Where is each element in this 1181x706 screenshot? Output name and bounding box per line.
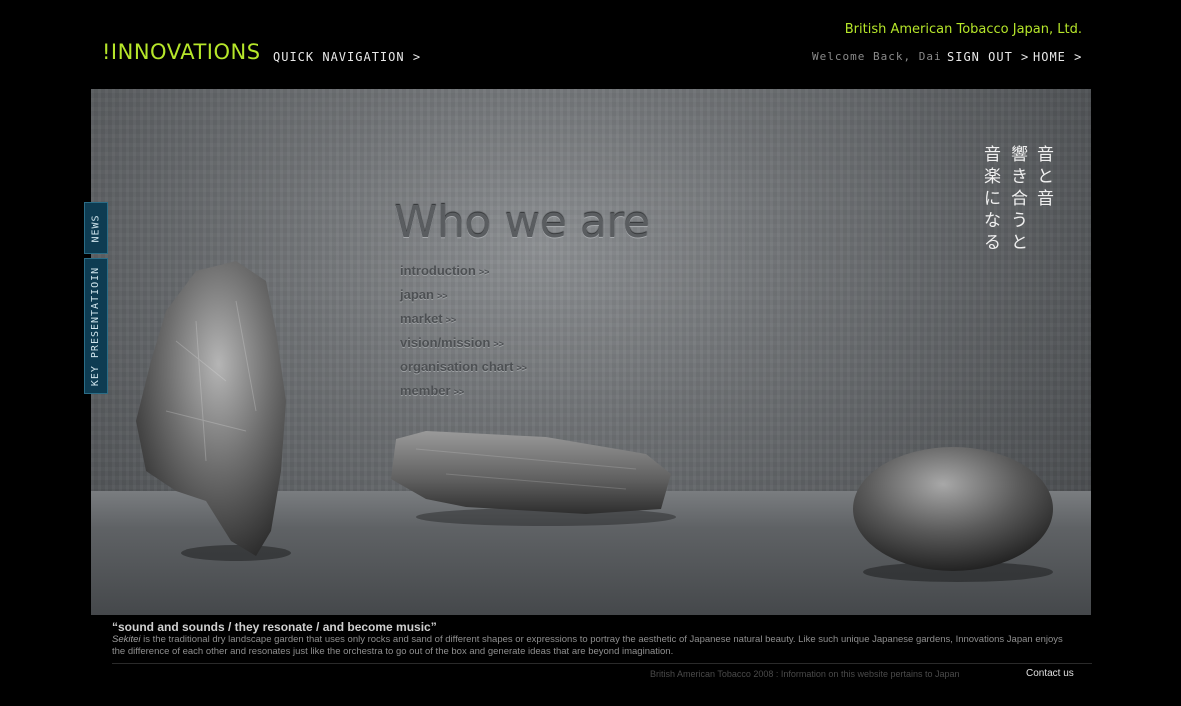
logo-bang: ! [102, 40, 111, 64]
menu-item-label: market [400, 311, 443, 326]
menu-item-japan[interactable]: japan >> [400, 283, 527, 307]
round-rock-image [853, 447, 1053, 582]
hero-title: Who we are [394, 197, 650, 248]
chevron-double-right-icon: >> [445, 315, 457, 325]
menu-item-label: introduction [400, 263, 476, 278]
news-tab-label: NEWS [90, 213, 102, 243]
contact-us-link[interactable]: Contact us [1026, 668, 1074, 679]
innovations-logo[interactable]: !INNOVATIONS [102, 40, 261, 64]
menu-item-introduction[interactable]: introduction >> [400, 259, 527, 283]
quote-text: “sound and sounds / they resonate / and … [112, 620, 437, 634]
japanese-poem-col-2: 響き合うと [1011, 145, 1028, 253]
key-presentation-tab-label: KEY PRESENTATIOIN [90, 266, 102, 386]
flat-rock-image [391, 431, 676, 526]
key-presentation-tab[interactable]: KEY PRESENTATIOIN [84, 258, 108, 394]
about-menu: introduction >> japan >> market >> vision/m… [400, 259, 527, 403]
description-body: is the traditional dry landscape garden … [112, 634, 1063, 657]
chevron-double-right-icon: >> [493, 339, 504, 349]
hero-banner: Who we are introduction >> japan >> market… [91, 89, 1091, 615]
description-italic: Sekitei [112, 634, 141, 645]
chevron-double-right-icon: >> [478, 267, 490, 277]
menu-item-market[interactable]: market >> [400, 307, 527, 331]
menu-item-label: japan [400, 287, 434, 302]
sign-out-link[interactable]: SIGN OUT > [947, 50, 1029, 64]
company-name: British American Tobacco Japan, Ltd. [844, 22, 1082, 37]
menu-item-label: organisation chart [400, 359, 514, 374]
menu-item-label: vision/mission [400, 335, 491, 350]
menu-item-organisation-chart[interactable]: organisation chart >> [400, 355, 527, 379]
chevron-double-right-icon: >> [516, 363, 527, 373]
chevron-double-right-icon: >> [436, 291, 448, 301]
home-link[interactable]: HOME > [1033, 50, 1082, 64]
welcome-text: Welcome Back, Dai [812, 50, 942, 63]
menu-item-member[interactable]: member >> [400, 379, 527, 403]
logo-text: INNOVATIONS [110, 40, 261, 64]
standing-rock-image [136, 261, 291, 561]
japanese-poem-col-3: 音楽になる [984, 145, 1001, 253]
menu-item-vision-mission[interactable]: vision/mission >> [400, 331, 527, 355]
japanese-poem-col-1: 音と音 [1037, 145, 1054, 209]
chevron-double-right-icon: >> [453, 387, 465, 397]
menu-item-label: member [400, 383, 451, 398]
copyright-text: British American Tobacco 2008 : Informat… [650, 669, 960, 679]
footer-divider [112, 663, 1092, 664]
quick-navigation-link[interactable]: QUICK NAVIGATION > [273, 50, 421, 64]
news-tab[interactable]: NEWS [84, 202, 108, 254]
description-text: Sekitei is the traditional dry landscape… [112, 634, 1072, 658]
